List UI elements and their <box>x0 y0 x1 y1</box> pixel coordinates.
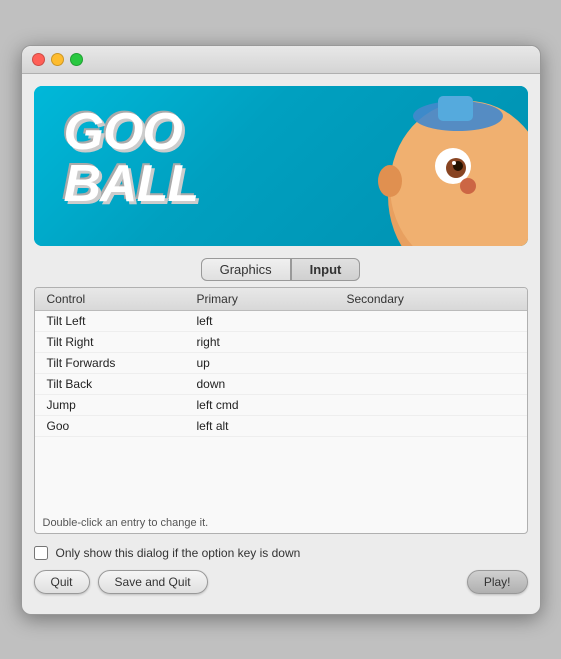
table-body: Tilt Left left Tilt Right right Tilt For… <box>35 311 527 511</box>
maximize-button[interactable] <box>70 53 83 66</box>
cell-secondary <box>343 374 519 394</box>
option-key-checkbox[interactable] <box>34 546 48 560</box>
cell-secondary <box>343 353 519 373</box>
tabs-row: Graphics Input <box>22 258 540 281</box>
minimize-button[interactable] <box>51 53 64 66</box>
title-bar <box>22 46 540 74</box>
cell-primary: up <box>193 353 343 373</box>
buttons-row: Quit Save and Quit Play! <box>34 570 528 594</box>
tab-graphics[interactable]: Graphics <box>201 258 291 281</box>
content-area: Control Primary Secondary Tilt Left left… <box>34 287 528 534</box>
cell-primary: left cmd <box>193 395 343 415</box>
table-row[interactable]: Jump left cmd <box>35 395 527 416</box>
cell-secondary <box>343 311 519 331</box>
table-row[interactable]: Tilt Right right <box>35 332 527 353</box>
table-row[interactable]: Tilt Forwards up <box>35 353 527 374</box>
header-primary: Primary <box>193 290 343 308</box>
quit-button[interactable]: Quit <box>34 570 90 594</box>
header-control: Control <box>43 290 193 308</box>
cell-primary: down <box>193 374 343 394</box>
cell-secondary <box>343 332 519 352</box>
cell-control: Tilt Back <box>43 374 193 394</box>
cell-primary: left alt <box>193 416 343 436</box>
cell-control: Tilt Forwards <box>43 353 193 373</box>
checkbox-row: Only show this dialog if the option key … <box>34 546 528 560</box>
table-header: Control Primary Secondary <box>35 288 527 311</box>
table-row[interactable]: Tilt Back down <box>35 374 527 395</box>
cell-control: Jump <box>43 395 193 415</box>
cell-control: Tilt Left <box>43 311 193 331</box>
header-secondary: Secondary <box>343 290 519 308</box>
controls-table: Control Primary Secondary Tilt Left left… <box>34 287 528 534</box>
buttons-left: Quit Save and Quit <box>34 570 208 594</box>
cell-secondary <box>343 416 519 436</box>
main-window: GOO BALL G <box>21 45 541 615</box>
save-and-quit-button[interactable]: Save and Quit <box>98 570 208 594</box>
cell-control: Goo <box>43 416 193 436</box>
banner-background: GOO BALL <box>34 86 528 246</box>
banner-character <box>348 86 528 246</box>
banner-title: GOO BALL <box>64 106 199 210</box>
tab-input[interactable]: Input <box>291 258 361 281</box>
cell-control: Tilt Right <box>43 332 193 352</box>
traffic-lights <box>32 53 83 66</box>
cell-primary: right <box>193 332 343 352</box>
option-key-label[interactable]: Only show this dialog if the option key … <box>56 546 301 560</box>
table-hint: Double-click an entry to change it. <box>35 511 527 533</box>
close-button[interactable] <box>32 53 45 66</box>
table-row[interactable]: Tilt Left left <box>35 311 527 332</box>
play-button[interactable]: Play! <box>467 570 528 594</box>
cell-secondary <box>343 395 519 415</box>
cell-primary: left <box>193 311 343 331</box>
table-row[interactable]: Goo left alt <box>35 416 527 437</box>
banner: GOO BALL <box>34 86 528 246</box>
